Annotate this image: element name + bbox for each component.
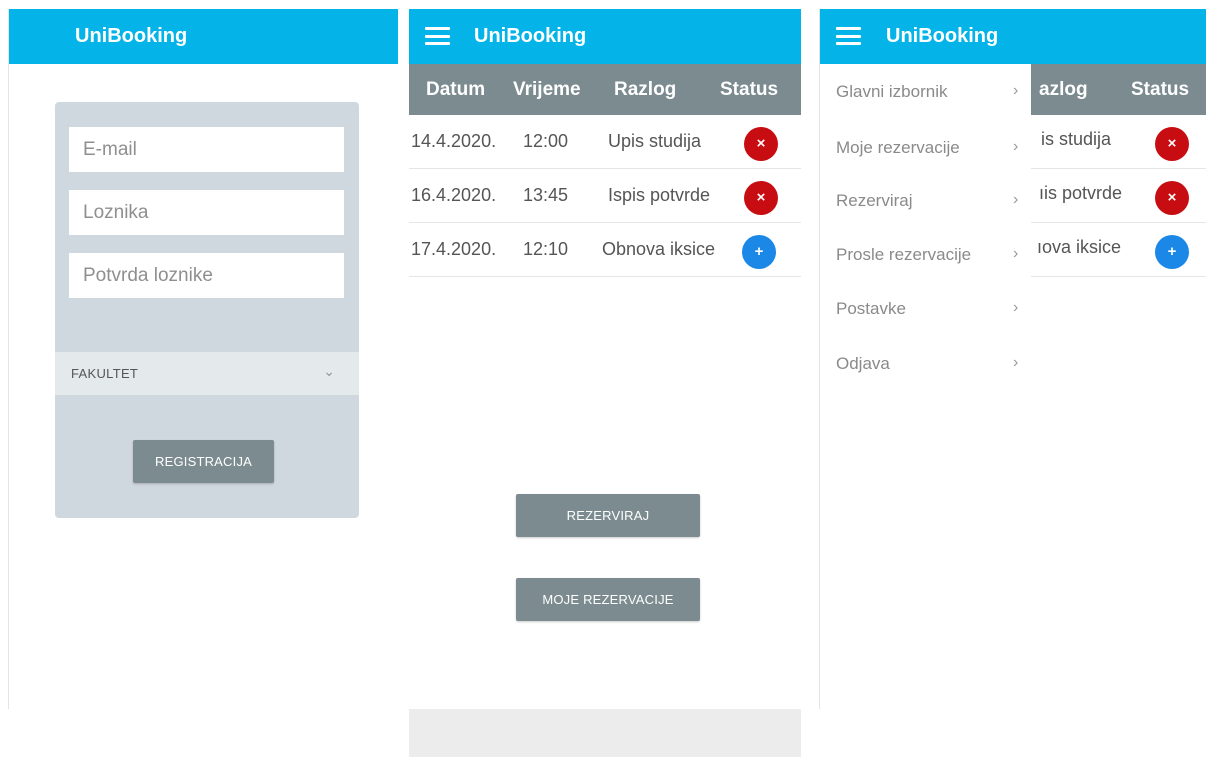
table-header: azlog Status (1031, 64, 1206, 115)
row-reason: Ispis potvrde (608, 185, 711, 205)
app-bar: UniBooking (9, 9, 398, 64)
cancel-icon[interactable]: × (744, 181, 778, 215)
header-date: Datum (426, 79, 486, 100)
hamburger-menu-icon[interactable] (425, 27, 450, 45)
menu-item-label: Odjava (836, 354, 890, 373)
menu-item-label: Postavke (836, 299, 906, 318)
app-bar: UniBooking (820, 9, 1206, 64)
faculty-select-label: FAKULTET (71, 366, 139, 381)
menu-screen: UniBooking azlog Status is studija × ıis… (819, 9, 1206, 709)
table-row: 17.4.2020. 12:10 Obnova iksice + (409, 223, 801, 277)
table-row: ıis potvrde × (1031, 169, 1206, 223)
menu-item-main[interactable]: Glavni izbornik › (836, 82, 1026, 112)
row-date: 16.4.2020. (411, 185, 497, 205)
add-icon[interactable]: + (1155, 235, 1189, 269)
table-behind-menu: azlog Status is studija × ıis potvrde × … (1031, 64, 1206, 709)
chevron-right-icon: › (1013, 138, 1019, 155)
confirm-password-field[interactable] (69, 253, 344, 298)
chevron-down-icon: ⌄ (323, 363, 335, 379)
row-time: 13:45 (523, 185, 569, 205)
table-header: Datum Vrijeme Razlog Status (409, 64, 801, 115)
row-reason: Upis studija (608, 131, 702, 151)
hamburger-menu-icon[interactable] (836, 27, 861, 45)
cancel-icon[interactable]: × (744, 127, 778, 161)
row-date: 14.4.2020. (411, 131, 497, 151)
header-reason: Razlog (614, 79, 677, 100)
table-row: 16.4.2020. 13:45 Ispis potvrde × (409, 169, 801, 223)
register-button[interactable]: REGISTRACIJA (133, 440, 274, 483)
header-status: Status (1131, 79, 1190, 100)
row-reason: is studija (1041, 129, 1112, 149)
reservations-screen: UniBooking Datum Vrijeme Razlog Status 1… (409, 9, 801, 757)
row-time: 12:10 (523, 239, 569, 259)
table-row: ıova iksice + (1031, 223, 1206, 277)
menu-item-label: Glavni izbornik (836, 82, 948, 101)
row-time: 12:00 (523, 131, 569, 151)
menu-item-logout[interactable]: Odjava › (836, 354, 1026, 384)
menu-item-my-reservations[interactable]: Moje rezervacije › (836, 138, 1026, 168)
chevron-right-icon: › (1013, 191, 1019, 208)
email-field[interactable] (69, 127, 344, 172)
chevron-right-icon: › (1013, 245, 1019, 262)
registration-screen: UniBooking FAKULTET ⌄ REGISTRACIJA (8, 9, 398, 709)
menu-item-settings[interactable]: Postavke › (836, 299, 1026, 329)
app-bar: UniBooking (409, 9, 801, 64)
row-reason: ıova iksice (1037, 237, 1122, 257)
cancel-icon[interactable]: × (1155, 181, 1189, 215)
password-field[interactable] (69, 190, 344, 235)
header-reason: azlog (1039, 79, 1088, 100)
row-date: 17.4.2020. (411, 239, 497, 259)
row-reason: ıis potvrde (1039, 183, 1123, 203)
faculty-select[interactable]: FAKULTET ⌄ (55, 352, 359, 395)
header-time: Vrijeme (513, 79, 581, 100)
app-title: UniBooking (886, 25, 999, 47)
add-icon[interactable]: + (742, 235, 776, 269)
table-row: is studija × (1031, 115, 1206, 169)
side-menu: Glavni izbornik › Moje rezervacije › Rez… (820, 64, 1031, 709)
menu-item-reserve[interactable]: Rezerviraj › (836, 191, 1026, 221)
my-reservations-button[interactable]: MOJE REZERVACIJE (516, 578, 700, 621)
app-title: UniBooking (75, 25, 188, 47)
reserve-button[interactable]: REZERVIRAJ (516, 494, 700, 537)
table-row: 14.4.2020. 12:00 Upis studija × (409, 115, 801, 169)
chevron-right-icon: › (1013, 82, 1019, 99)
menu-item-label: Moje rezervacije (836, 138, 960, 157)
chevron-right-icon: › (1013, 354, 1019, 371)
menu-item-label: Prosle rezervacije (836, 245, 972, 264)
registration-card: FAKULTET ⌄ REGISTRACIJA (55, 102, 359, 518)
menu-item-label: Rezerviraj (836, 191, 913, 210)
cancel-icon[interactable]: × (1155, 127, 1189, 161)
chevron-right-icon: › (1013, 299, 1019, 316)
app-title: UniBooking (474, 25, 587, 47)
row-reason: Obnova iksice (602, 239, 716, 259)
header-status: Status (720, 79, 779, 100)
menu-item-past-reservations[interactable]: Prosle rezervacije › (836, 245, 1026, 275)
bottom-bar (409, 709, 801, 757)
